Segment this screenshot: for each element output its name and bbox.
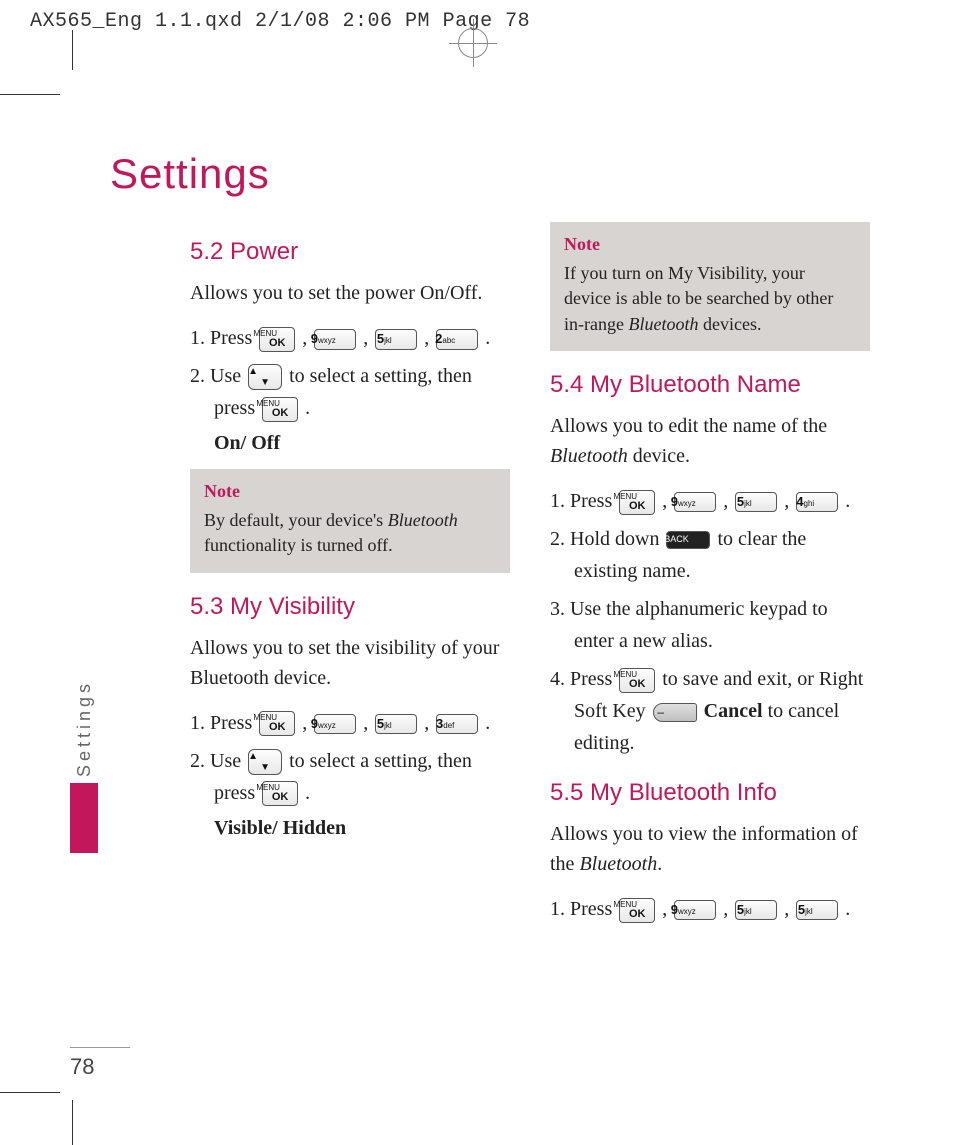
key-4-icon: 4ghi: [796, 492, 838, 512]
menu-ok-key-icon: MENUOK: [619, 898, 655, 923]
note-box-5-2: Note By default, your device's Bluetooth…: [190, 469, 510, 573]
note-box-top-right: Note If you turn on My Visibility, your …: [550, 222, 870, 351]
intro-5-4: Allows you to edit the name of the Bluet…: [550, 411, 870, 471]
key-5-icon: 5jkl: [735, 492, 777, 512]
key-2-icon: 2abc: [436, 329, 478, 349]
page-number: 78: [70, 1047, 130, 1080]
key-5-icon: 5jkl: [375, 329, 417, 349]
menu-ok-key-icon: MENUOK: [262, 397, 298, 422]
step-5-4-1: 1. Press MENUOK , 9wxyz , 5jkl , 4ghi .: [550, 485, 870, 517]
step-5-2-2: 2. Use ▲▼ to select a setting, then pres…: [190, 360, 510, 424]
step-5-4-4: 4. Press MENUOK to save and exit, or Rig…: [550, 663, 870, 759]
heading-5-2: 5.2 Power: [190, 238, 510, 266]
step-5-2-1: 1. Press MENUOK , 9wxyz , 5jkl , 2abc .: [190, 322, 510, 354]
back-key-icon: BACK: [666, 531, 710, 549]
options-5-2: On/ Off: [214, 432, 510, 455]
note-label: Note: [204, 479, 496, 504]
step-5-4-3: 3. Use the alphanumeric keypad to enter …: [550, 593, 870, 657]
side-tab-block: [70, 783, 98, 853]
key-9-icon: 9wxyz: [674, 492, 716, 512]
key-9-icon: 9wxyz: [314, 329, 356, 349]
intro-5-2: Allows you to set the power On/Off.: [190, 278, 510, 308]
right-column: Note If you turn on My Visibility, your …: [550, 218, 870, 931]
menu-ok-key-icon: MENUOK: [259, 711, 295, 736]
registration-mark: [458, 28, 488, 58]
heading-5-5: 5.5 My Bluetooth Info: [550, 779, 870, 807]
menu-ok-key-icon: MENUOK: [262, 781, 298, 806]
menu-ok-key-icon: MENUOK: [259, 327, 295, 352]
intro-5-5: Allows you to view the information of th…: [550, 819, 870, 879]
step-5-3-1: 1. Press MENUOK , 9wxyz , 5jkl , 3def .: [190, 707, 510, 739]
side-tab: Settings: [70, 680, 98, 853]
options-5-3: Visible/ Hidden: [214, 817, 510, 840]
menu-ok-key-icon: MENUOK: [619, 490, 655, 515]
step-5-4-2: 2. Hold down BACK to clear the existing …: [550, 523, 870, 587]
step-5-3-2: 2. Use ▲▼ to select a setting, then pres…: [190, 745, 510, 809]
left-column: 5.2 Power Allows you to set the power On…: [190, 218, 510, 931]
intro-5-3: Allows you to set the visibility of your…: [190, 633, 510, 693]
right-soft-key-icon: –: [653, 703, 697, 722]
nav-key-icon: ▲▼: [248, 364, 282, 390]
crop-mark: [0, 1092, 60, 1093]
crop-mark: [72, 1100, 73, 1145]
crop-mark: [0, 94, 60, 95]
key-5-icon: 5jkl: [375, 714, 417, 734]
side-tab-label: Settings: [74, 680, 95, 777]
crop-mark: [72, 30, 73, 70]
key-9-icon: 9wxyz: [314, 714, 356, 734]
key-5-icon: 5jkl: [735, 900, 777, 920]
heading-5-3: 5.3 My Visibility: [190, 593, 510, 621]
heading-5-4: 5.4 My Bluetooth Name: [550, 371, 870, 399]
key-5-icon: 5jkl: [796, 900, 838, 920]
page-title: Settings: [110, 150, 880, 198]
nav-key-icon: ▲▼: [248, 749, 282, 775]
step-5-5-1: 1. Press MENUOK , 9wxyz , 5jkl , 5jkl .: [550, 893, 870, 925]
key-3-icon: 3def: [436, 714, 478, 734]
note-label: Note: [564, 232, 856, 257]
menu-ok-key-icon: MENUOK: [619, 668, 655, 693]
key-9-icon: 9wxyz: [674, 900, 716, 920]
